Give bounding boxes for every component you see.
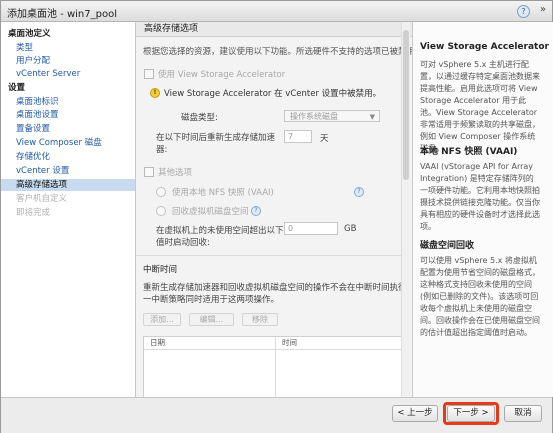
- sidebar-item-vcenter-settings[interactable]: vCenter 设置: [1, 165, 135, 177]
- sidebar-item-vcenter-server[interactable]: vCenter Server: [1, 68, 135, 80]
- help-icon[interactable]: ?: [354, 187, 364, 197]
- disk-type-value: 操作系统磁盘: [290, 112, 338, 121]
- sidebar-item-storage-optimization[interactable]: 存储优化: [1, 151, 135, 163]
- blackout-desc-cont: 一中断策略同时适用于这两项操作。: [143, 295, 280, 305]
- sidebar-section-settings: 设置: [8, 83, 26, 93]
- divider: [136, 255, 402, 256]
- regen-label-cont: 器:: [156, 145, 168, 155]
- sidebar-section-pool-definition: 桌面池定义: [8, 29, 51, 39]
- back-button[interactable]: < 上一步: [392, 405, 438, 422]
- reclaim-threshold-input[interactable]: 0: [284, 222, 338, 235]
- blackout-title: 中断时间: [143, 265, 178, 275]
- sidebar-item-pool-identification[interactable]: 桌面池标识: [1, 96, 135, 108]
- dialog-window: 添加桌面池 - win7_pool ? » 桌面池定义 类型 用户分配 vCen…: [0, 0, 553, 433]
- blackout-desc: 重新生成存储加速器和回收虚拟机磁盘空间的操作不会在中断时间执行。同: [143, 283, 412, 293]
- sidebar-item-type[interactable]: 类型: [1, 42, 135, 54]
- column-header-time: 时间: [282, 338, 297, 347]
- help-panel: View Storage Accelerator 可对 vSphere 5.x …: [412, 22, 553, 397]
- vsa-checkbox[interactable]: [144, 69, 154, 79]
- sidebar-item-view-composer-disks[interactable]: View Composer 磁盘: [1, 137, 135, 149]
- help-icon[interactable]: ?: [517, 5, 530, 18]
- edit-button[interactable]: 编辑...: [189, 313, 234, 326]
- sidebar-item-advanced-storage[interactable]: 高级存储选项: [1, 179, 135, 191]
- help-reclaim-title: 磁盘空间回收: [420, 241, 475, 251]
- next-button-highlight: [443, 402, 499, 425]
- disk-type-label: 磁盘类型:: [181, 113, 218, 123]
- reclaim-unit: GB: [344, 224, 357, 234]
- reclaim-radio[interactable]: [156, 206, 166, 216]
- reclaim-threshold-label: 在虚拟机上的未使用空间超出以下: [156, 226, 284, 236]
- nfs-snapshot-radio[interactable]: [156, 187, 166, 197]
- column-header-date: 日期: [150, 338, 165, 347]
- other-options-label: 其他选项: [158, 168, 193, 178]
- reclaim-threshold-label-cont: 值时启动回收:: [156, 238, 210, 248]
- help-nfs-title: 本地 NFS 快照 (VAAI): [420, 147, 518, 157]
- info-icon: !: [150, 88, 160, 98]
- wizard-sidebar: 桌面池定义 类型 用户分配 vCenter Server 设置 桌面池标识 桌面…: [1, 22, 136, 397]
- nfs-snapshot-label: 使用本地 NFS 快照 (VAAI): [172, 188, 274, 198]
- window-title: 添加桌面池 - win7_pool: [7, 9, 117, 20]
- main-panel: 高级存储选项 根据您选择的资源，建议使用以下功能。所选硬件不支持的选项已被禁用。…: [136, 22, 412, 397]
- column-divider: [275, 337, 276, 397]
- intro-text: 根据您选择的资源，建议使用以下功能。所选硬件不支持的选项已被禁用。: [143, 47, 412, 57]
- help-vsa-title: View Storage Accelerator: [420, 42, 549, 52]
- help-vsa-text: 可对 vSphere 5.x 主机进行配置，以通过缓存特定桌面池数据来提高性能。…: [420, 60, 540, 153]
- help-icon[interactable]: ?: [251, 206, 261, 216]
- scrollbar-thumb[interactable]: [403, 30, 409, 180]
- vsa-warning-text: View Storage Accelerator 在 vCenter 设置中被禁…: [164, 89, 382, 99]
- blackout-table[interactable]: 日期 时间: [143, 336, 407, 397]
- help-nfs-text: VAAI (vStorage API for Array Integration…: [420, 162, 540, 231]
- regen-unit: 天: [320, 134, 329, 144]
- sidebar-item-provisioning-settings[interactable]: 置备设置: [1, 123, 135, 135]
- vsa-checkbox-label: 使用 View Storage Accelerator: [158, 70, 286, 80]
- remove-button[interactable]: 移除: [242, 313, 278, 326]
- disk-type-select[interactable]: 操作系统磁盘 ▼: [284, 110, 380, 122]
- sidebar-item-user-assignment[interactable]: 用户分配: [1, 55, 135, 67]
- expand-icon[interactable]: »: [540, 4, 546, 15]
- title-bar: 添加桌面池 - win7_pool ? »: [1, 1, 552, 22]
- main-scrollbar[interactable]: [401, 22, 410, 397]
- reclaim-label: 回收虚拟机磁盘空间: [172, 207, 249, 217]
- cancel-button[interactable]: 取消: [504, 405, 542, 422]
- sidebar-item-guest-customization: 客户机自定义: [16, 194, 68, 204]
- regen-label: 在以下时间后重新生成存储加速: [156, 133, 276, 143]
- chevron-down-icon: ▼: [369, 113, 375, 121]
- help-reclaim-text: 可以使用 vSphere 5.x 将虚拟机配置为使用节省空间的磁盘格式，这种格式…: [420, 256, 540, 337]
- section-title: 高级存储选项: [136, 22, 412, 37]
- regen-days-input[interactable]: 7: [284, 130, 312, 143]
- add-button[interactable]: 添加...: [143, 313, 181, 326]
- sidebar-item-ready-to-complete: 即将完成: [16, 208, 51, 218]
- other-options-checkbox[interactable]: [144, 167, 154, 177]
- sidebar-item-pool-settings[interactable]: 桌面池设置: [1, 109, 135, 121]
